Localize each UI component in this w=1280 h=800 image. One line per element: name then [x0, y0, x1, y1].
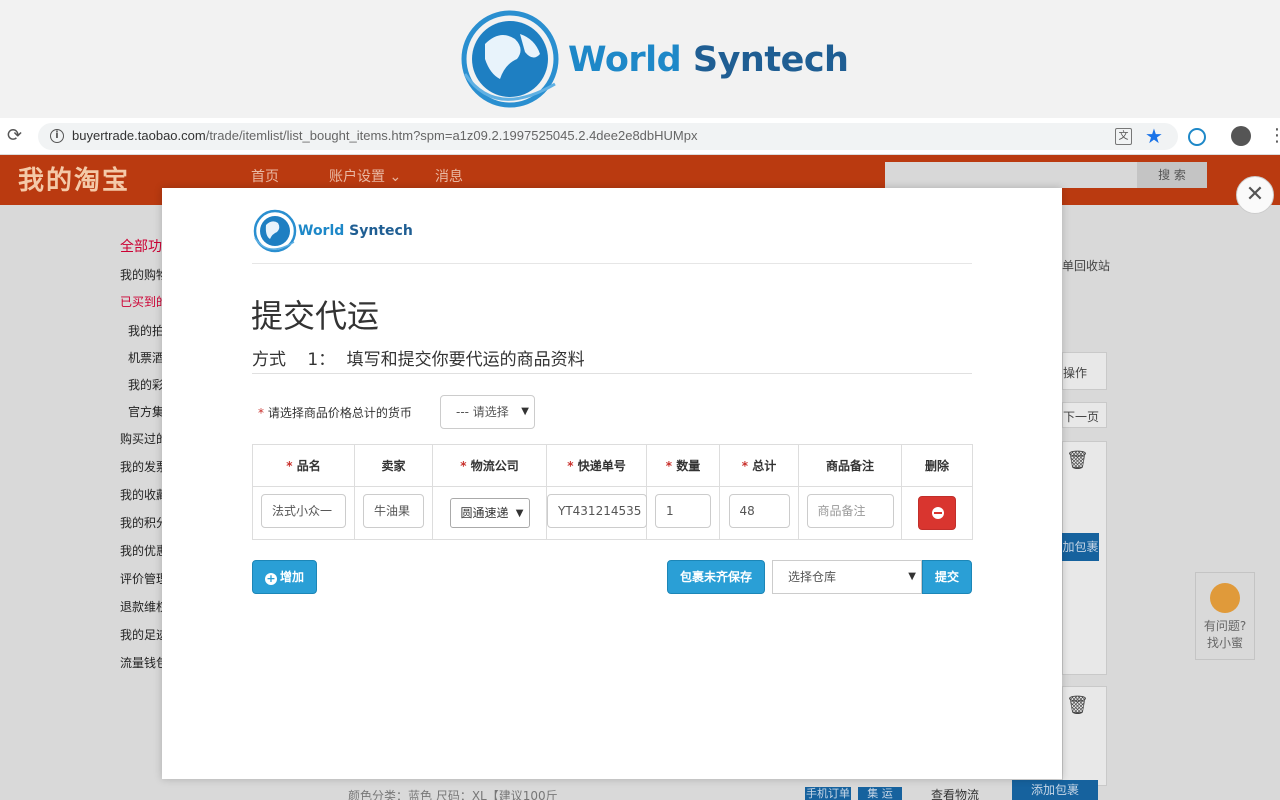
plus-icon: +	[264, 572, 277, 585]
sidebar-item[interactable]: 评价管理	[120, 570, 168, 587]
currency-select[interactable]: --- 请选择 ▼	[440, 395, 535, 429]
operations-header: 操作	[1062, 352, 1107, 390]
logistics-select[interactable]: 圆通速递 ▼	[449, 498, 530, 528]
trash-icon[interactable]: 🗑	[1066, 450, 1089, 471]
add-row-button[interactable]: + 增加	[252, 560, 317, 594]
help-widget[interactable]: 有问题? 找小蜜	[1195, 572, 1255, 660]
browser-toolbar: ⟳ i buyertrade.taobao.com/trade/itemlist…	[0, 118, 1280, 155]
caret-down-icon: ▼	[908, 571, 916, 582]
header-tracking: * 快递单号	[546, 444, 647, 487]
operations-label: 操作	[1063, 366, 1088, 380]
sidebar-item[interactable]: 我的购物	[120, 266, 168, 283]
close-icon[interactable]: ✕	[1236, 176, 1274, 214]
save-incomplete-button[interactable]: 包裹未齐保存	[667, 560, 765, 594]
divider	[252, 263, 972, 264]
submit-button[interactable]: 提交	[922, 560, 972, 594]
method-number: 1：	[307, 350, 336, 370]
sidebar-item[interactable]: 官方集	[128, 403, 164, 420]
total-input[interactable]: 48	[728, 494, 790, 528]
sidebar-item[interactable]: 我的收藏	[120, 486, 168, 503]
sidebar-item[interactable]: 购买过的	[120, 430, 168, 447]
method-text: 填写和提交你要代运的商品资料	[346, 350, 585, 370]
sidebar-item[interactable]: 退款维权	[120, 598, 168, 615]
banner-logo-text: World Syntech	[568, 40, 849, 80]
banner-area: World Syntech	[0, 0, 1280, 118]
extension-icon[interactable]	[1188, 128, 1206, 146]
header-item-name: * 品名	[252, 444, 355, 487]
taobao-search-input[interactable]	[885, 162, 1137, 188]
sidebar-item[interactable]: 我的优惠	[120, 542, 168, 559]
sidebar-item[interactable]: 我的彩	[128, 376, 164, 393]
tracking-number-input[interactable]: YT431214535	[547, 494, 647, 528]
divider	[252, 373, 972, 374]
item-name-input[interactable]: 法式小众一	[261, 494, 346, 528]
remark-input[interactable]: 商品备注	[806, 494, 894, 528]
consignment-modal: World Syntech 提交代运 方式 1： 填写和提交你要代运的商品资料 …	[162, 188, 1062, 779]
taobao-search-button[interactable]: 搜 索	[1137, 162, 1207, 188]
sidebar-item[interactable]: 我的足迹	[120, 626, 168, 643]
delete-row-button[interactable]	[918, 496, 956, 530]
caret-down-icon: ▼	[521, 406, 529, 417]
header-total: * 总计	[719, 444, 799, 487]
page-title: 提交代运	[251, 297, 380, 335]
item-description: 颜色分类：蓝色 尺码：XL【建议100斤	[348, 789, 558, 800]
translate-icon[interactable]: 文	[1115, 128, 1132, 145]
header-logistics: * 物流公司	[432, 444, 547, 487]
help-line2: 找小蜜	[1206, 636, 1243, 650]
order-bottom-row: 颜色分类：蓝色 尺码：XL【建议100斤 手机订单 集 运 查看物流 添加包裹	[240, 780, 1110, 800]
sidebar-item[interactable]: 我的积分	[120, 514, 168, 531]
next-page-button[interactable]: 下一页	[1062, 402, 1107, 428]
currency-label: * 请选择商品价格总计的货币	[258, 406, 412, 420]
header-delete: 删除	[901, 444, 973, 487]
caret-down-icon: ▼	[512, 500, 524, 527]
add-package-button[interactable]: 加包裹	[1062, 533, 1099, 561]
add-package-button-bottom[interactable]: 添加包裹	[1012, 780, 1098, 800]
taobao-logo[interactable]: 我的淘宝	[18, 160, 130, 197]
minus-circle-icon	[932, 507, 944, 519]
address-bar[interactable]: i buyertrade.taobao.com/trade/itemlist/l…	[38, 123, 1178, 150]
table-row: 法式小众一 牛油果 圆通速递 ▼ YT431214535 1 48 商品备注	[252, 486, 973, 540]
reload-icon[interactable]: ⟳	[7, 127, 25, 145]
info-icon[interactable]: i	[50, 129, 64, 143]
modal-logo-text: World Syntech	[298, 223, 413, 239]
sidebar-item[interactable]: 我的发票	[120, 458, 168, 475]
method-subtitle: 方式 1： 填写和提交你要代运的商品资料	[252, 345, 591, 370]
nav-home[interactable]: 首页	[251, 166, 279, 186]
header-remark: 商品备注	[798, 444, 902, 487]
next-page-label: 下一页	[1063, 410, 1100, 424]
table-header-row: * 品名 卖家 * 物流公司 * 快递单号 * 数量 * 总计 商品备注 删除	[252, 444, 973, 487]
nav-account-settings[interactable]: 账户设置 ⌄	[329, 166, 401, 186]
items-table: * 品名 卖家 * 物流公司 * 快递单号 * 数量 * 总计 商品备注 删除 …	[252, 444, 973, 540]
warehouse-select[interactable]: 选择仓库 ▼	[772, 560, 922, 594]
consolidation-tag: 集 运	[858, 787, 902, 800]
sidebar-item[interactable]: 已买到的	[120, 293, 168, 310]
sidebar-item[interactable]: 机票酒	[128, 349, 164, 366]
sidebar-item[interactable]: 全部功	[120, 236, 162, 256]
nav-messages[interactable]: 消息	[435, 166, 463, 186]
method-label: 方式	[252, 350, 286, 370]
bookmark-star-icon[interactable]: ★	[1145, 124, 1163, 148]
assistant-avatar-icon	[1210, 583, 1240, 613]
seller-input[interactable]: 牛油果	[363, 494, 424, 528]
sidebar-item[interactable]: 流量钱包	[120, 654, 168, 671]
view-logistics-link[interactable]: 查看物流	[931, 786, 979, 800]
trash-icon[interactable]: 🗑	[1066, 695, 1089, 716]
browser-menu-icon[interactable]: ⋮	[1268, 126, 1280, 146]
sidebar-item[interactable]: 我的拍	[128, 322, 164, 339]
url-text[interactable]: buyertrade.taobao.com/trade/itemlist/lis…	[72, 128, 697, 143]
help-line1: 有问题?	[1203, 619, 1247, 633]
mobile-order-tag: 手机订单	[805, 787, 851, 800]
header-seller: 卖家	[354, 444, 433, 487]
recycle-bin-link[interactable]: 单回收站	[1062, 257, 1110, 274]
quantity-input[interactable]: 1	[655, 494, 711, 528]
profile-icon[interactable]	[1231, 126, 1251, 146]
header-quantity: * 数量	[646, 444, 720, 487]
